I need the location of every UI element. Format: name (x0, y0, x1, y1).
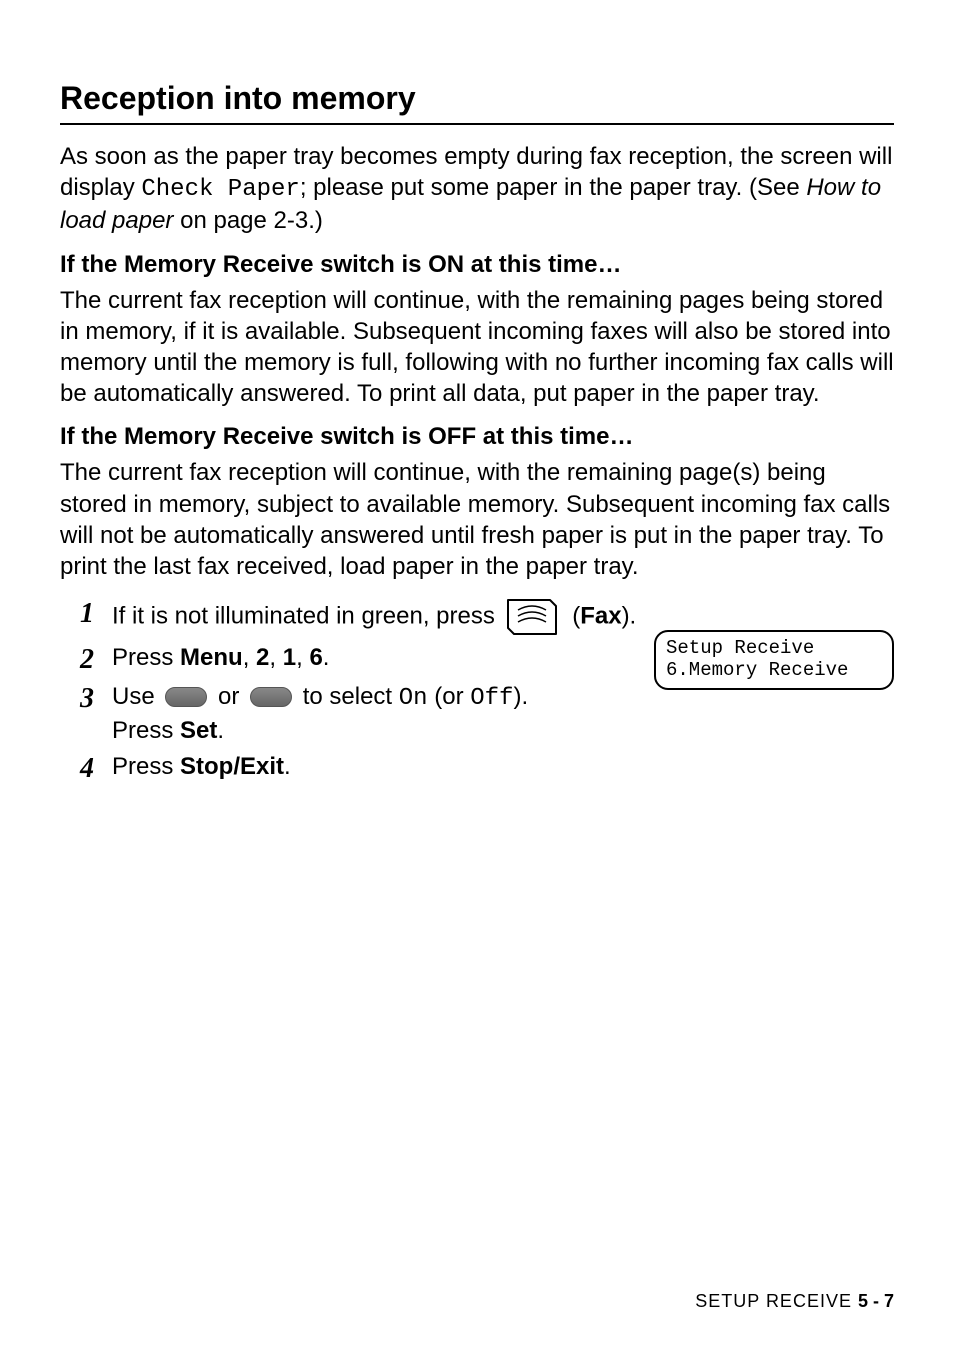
section-heading: Reception into memory (60, 80, 894, 125)
intro-mono: Check Paper (141, 176, 299, 203)
paragraph-on: The current fax reception will continue,… (60, 285, 894, 410)
step-4: 4 Press Stop/Exit. (60, 751, 894, 786)
step-2-number: 2 (60, 642, 94, 677)
step4-b: . (284, 753, 291, 780)
step-4-number: 4 (60, 751, 94, 786)
down-arrow-icon (250, 687, 292, 707)
step2-d: , (296, 644, 309, 671)
step2-c: , (269, 644, 282, 671)
step3-c: to select (296, 683, 399, 710)
steps-list: 1 If it is not illuminated in green, pre… (60, 596, 894, 786)
intro-paragraph: As soon as the paper tray becomes empty … (60, 141, 894, 237)
step-1-number: 1 (60, 596, 94, 631)
step2-a: Press (112, 644, 180, 671)
up-arrow-icon (165, 687, 207, 707)
step-3: 3 Use or to select On (or Off). Press Se… (60, 681, 894, 748)
step-4-text: Press Stop/Exit. (112, 751, 894, 783)
footer-chapter: SETUP RECEIVE (695, 1291, 858, 1311)
step2-1: 1 (283, 644, 296, 671)
step3-f: Press (112, 717, 180, 744)
step4-a: Press (112, 753, 180, 780)
step2-6: 6 (309, 644, 322, 671)
step1-bold: Fax (580, 602, 621, 629)
step-3-number: 3 (60, 681, 94, 716)
step3-on: On (399, 685, 428, 712)
step1-a: If it is not illuminated in green, press (112, 602, 502, 629)
subhead-off: If the Memory Receive switch is OFF at t… (60, 423, 894, 451)
step-3-text: Use or to select On (or Off). Press Set. (112, 681, 894, 748)
step2-b: , (243, 644, 256, 671)
step3-set: Set (180, 717, 217, 744)
step3-g: . (217, 717, 224, 744)
step1-c: ). (622, 602, 637, 629)
lcd-line1: Setup Receive (666, 638, 882, 660)
footer-page-number: 5 - 7 (858, 1291, 894, 1311)
intro-text-b: ; please put some paper in the paper tra… (300, 174, 807, 201)
step3-off: Off (470, 685, 513, 712)
step1-b: ( (572, 602, 580, 629)
page-footer: SETUP RECEIVE 5 - 7 (695, 1291, 894, 1312)
step2-menu: Menu (180, 644, 243, 671)
step4-stopexit: Stop/Exit (180, 753, 284, 780)
lcd-callout: Setup Receive 6.Memory Receive (654, 630, 894, 690)
step3-a: Use (112, 683, 161, 710)
step2-e: . (323, 644, 330, 671)
fax-icon (504, 596, 560, 638)
step3-b: or (211, 683, 246, 710)
lcd-line2: 6.Memory Receive (666, 660, 882, 682)
paragraph-off: The current fax reception will continue,… (60, 457, 894, 582)
step3-e: ). (513, 683, 528, 710)
intro-text-c: on page 2-3.) (173, 207, 322, 234)
step3-d: (or (428, 683, 471, 710)
step2-2: 2 (256, 644, 269, 671)
subhead-on: If the Memory Receive switch is ON at th… (60, 251, 894, 279)
